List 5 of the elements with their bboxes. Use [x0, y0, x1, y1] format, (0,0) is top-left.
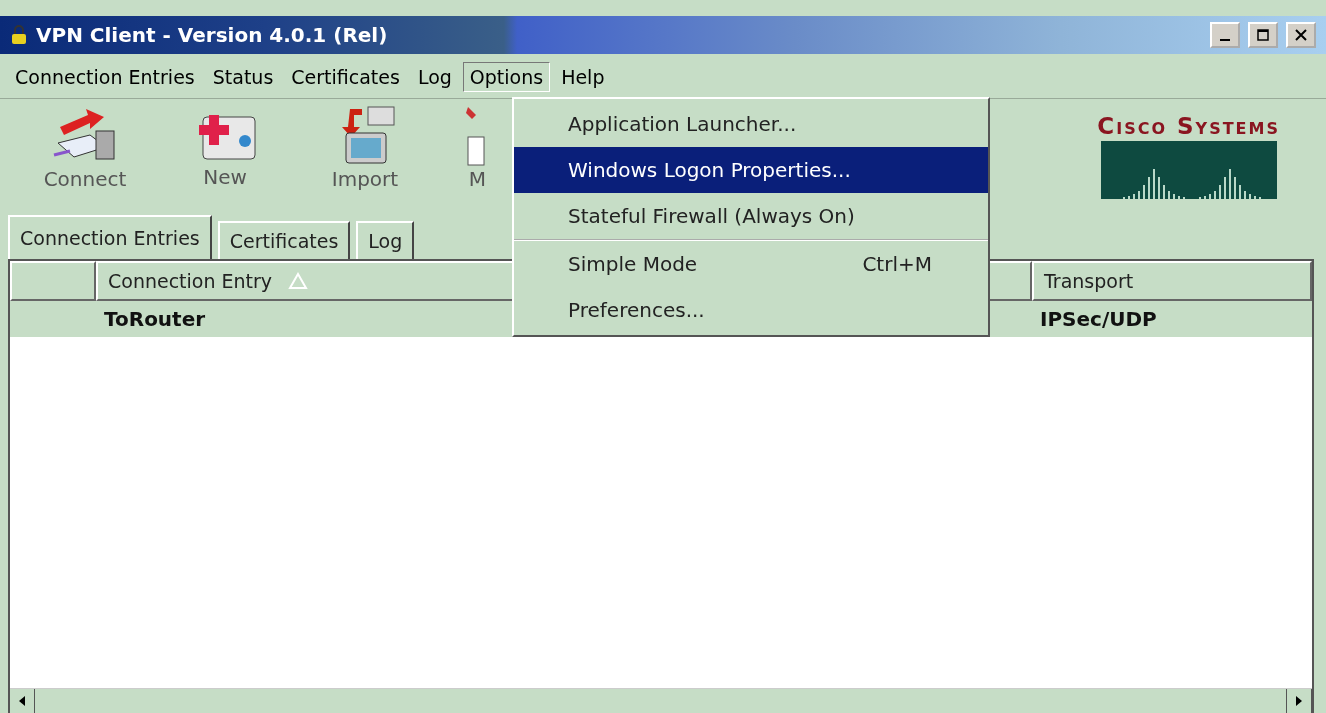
window-title: VPN Client - Version 4.0.1 (Rel) [36, 23, 389, 47]
table-cell: IPSec/UDP [1040, 307, 1157, 331]
logo-text: Cisco Systems [1097, 113, 1280, 139]
shortcut-text: Ctrl+M [862, 252, 932, 276]
table-cell: ToRouter [104, 307, 206, 331]
